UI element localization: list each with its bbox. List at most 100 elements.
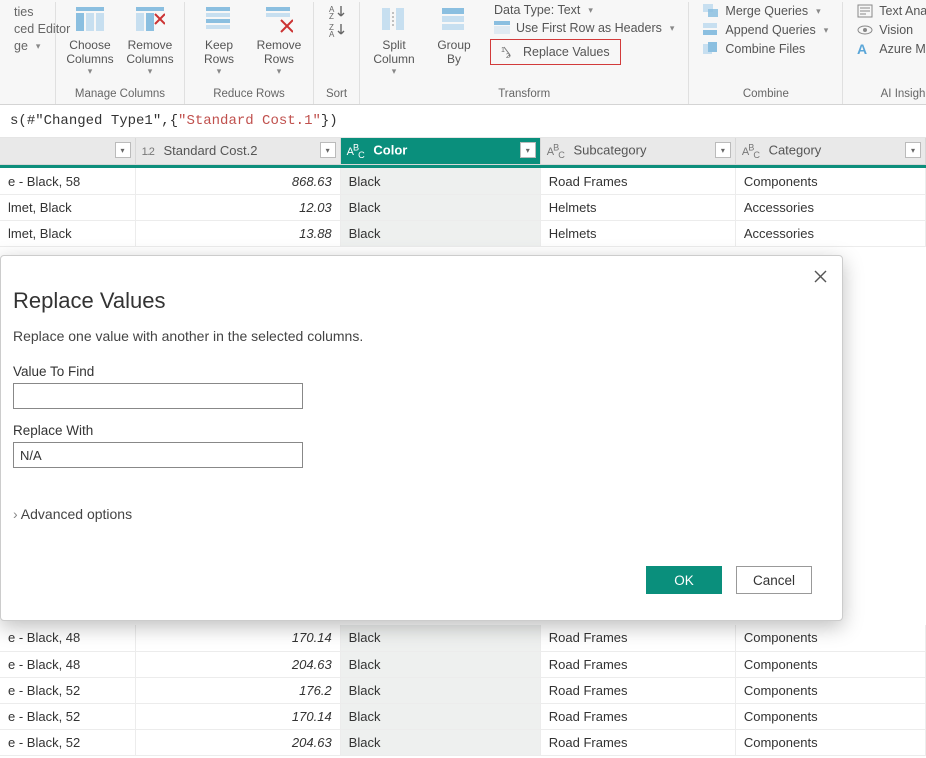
merge-queries-button[interactable]: Merge Queries▾ xyxy=(699,2,824,20)
data-table-bottom: e - Black, 48170.14BlackRoad FramesCompo… xyxy=(0,625,926,756)
cell[interactable]: Road Frames xyxy=(540,677,735,703)
cell[interactable]: Black xyxy=(340,651,540,677)
data-type-button[interactable]: Data Type: Text▾ xyxy=(490,2,597,18)
cell[interactable]: Accessories xyxy=(735,194,925,220)
cell[interactable]: Road Frames xyxy=(540,168,735,194)
cell[interactable]: 204.63 xyxy=(135,651,340,677)
replace-values-dialog: Replace Values Replace one value with an… xyxy=(0,255,843,621)
cell[interactable]: e - Black, 52 xyxy=(0,677,135,703)
filter-dropdown-icon[interactable]: ▾ xyxy=(115,142,131,158)
cell[interactable]: lmet, Black xyxy=(0,194,135,220)
text-analytics-icon xyxy=(857,3,873,19)
cell[interactable]: Black xyxy=(340,625,540,651)
cell[interactable]: Black xyxy=(340,703,540,729)
filter-dropdown-icon[interactable]: ▾ xyxy=(715,142,731,158)
group-label-sort: Sort xyxy=(326,86,347,104)
group-sort: AZ ZA Sort xyxy=(314,2,360,104)
cell[interactable]: 176.2 xyxy=(135,677,340,703)
append-queries-button[interactable]: Append Queries▾ xyxy=(699,21,832,39)
cell[interactable]: Black xyxy=(340,194,540,220)
group-label-ai-insights: AI Insigh xyxy=(881,86,926,104)
combine-files-button[interactable]: Combine Files xyxy=(699,40,809,58)
table-row[interactable]: lmet, Black12.03BlackHelmetsAccessories xyxy=(0,194,926,220)
column-header-color[interactable]: ABC Color ▾ xyxy=(340,138,540,164)
cell[interactable]: lmet, Black xyxy=(0,220,135,246)
table-row[interactable]: e - Black, 52176.2BlackRoad FramesCompon… xyxy=(0,677,926,703)
cell[interactable]: e - Black, 48 xyxy=(0,625,135,651)
cell[interactable]: Accessories xyxy=(735,220,925,246)
filter-dropdown-icon[interactable]: ▾ xyxy=(520,142,536,158)
ribbon-cropped-ge[interactable]: ge▾ xyxy=(10,38,44,54)
filter-dropdown-icon[interactable]: ▾ xyxy=(320,142,336,158)
cell[interactable]: 204.63 xyxy=(135,729,340,755)
table-remove-columns-icon xyxy=(134,4,166,36)
formula-bar[interactable]: s(#"Changed Type1",{"Standard Cost.1"}) xyxy=(0,105,926,138)
column-header-standard-cost-2[interactable]: 1.2 Standard Cost.2 ▾ xyxy=(135,138,340,164)
column-header-0[interactable]: ▾ xyxy=(0,138,135,164)
group-reduce-rows: Keep Rows ▾ Remove Rows ▾ Reduce Rows xyxy=(185,2,314,104)
cell[interactable]: 170.14 xyxy=(135,625,340,651)
cell[interactable]: Road Frames xyxy=(540,703,735,729)
cell[interactable]: e - Black, 58 xyxy=(0,168,135,194)
cell[interactable]: Helmets xyxy=(540,220,735,246)
azure-ml-button[interactable]: A Azure Mach xyxy=(853,40,926,58)
cancel-button[interactable]: Cancel xyxy=(736,566,812,594)
table-row[interactable]: e - Black, 52204.63BlackRoad FramesCompo… xyxy=(0,729,926,755)
cell[interactable]: Black xyxy=(340,220,540,246)
cell[interactable]: Road Frames xyxy=(540,729,735,755)
text-analytics-button[interactable]: Text Analytic xyxy=(853,2,926,20)
ok-button[interactable]: OK xyxy=(646,566,722,594)
table-row[interactable]: e - Black, 58868.63BlackRoad FramesCompo… xyxy=(0,168,926,194)
table-row[interactable]: e - Black, 48204.63BlackRoad FramesCompo… xyxy=(0,651,926,677)
sort-desc-icon[interactable]: ZA xyxy=(329,22,345,38)
cell[interactable]: Components xyxy=(735,651,925,677)
cell[interactable]: Components xyxy=(735,168,925,194)
table-row[interactable]: e - Black, 48170.14BlackRoad FramesCompo… xyxy=(0,625,926,651)
filter-dropdown-icon[interactable]: ▾ xyxy=(905,142,921,158)
cell[interactable]: e - Black, 48 xyxy=(0,651,135,677)
group-by-button[interactable]: Group By xyxy=(426,2,482,68)
replace-values-button[interactable]: 12 Replace Values xyxy=(490,39,621,65)
split-column-button[interactable]: Split Column ▾ xyxy=(366,2,422,79)
column-header-category[interactable]: ABC Category ▾ xyxy=(735,138,925,164)
cell[interactable]: Road Frames xyxy=(540,651,735,677)
dialog-subtitle: Replace one value with another in the se… xyxy=(13,328,814,344)
column-header-subcategory[interactable]: ABC Subcategory ▾ xyxy=(540,138,735,164)
cell[interactable]: Components xyxy=(735,729,925,755)
group-label-transform: Transform xyxy=(498,86,550,104)
keep-rows-icon xyxy=(203,4,235,36)
group-ai-insights: Text Analytic Vision A Azure Mach AI Ins… xyxy=(843,2,926,104)
svg-text:Z: Z xyxy=(329,12,334,20)
table-header-row: ▾ 1.2 Standard Cost.2 ▾ ABC Color ▾ ABC … xyxy=(0,138,926,164)
remove-columns-button[interactable]: Remove Columns ▾ xyxy=(122,2,178,79)
cell[interactable]: e - Black, 52 xyxy=(0,703,135,729)
sort-asc-icon[interactable]: AZ xyxy=(329,4,345,20)
cell[interactable]: 170.14 xyxy=(135,703,340,729)
first-row-headers-button[interactable]: Use First Row as Headers▾ xyxy=(490,19,678,37)
cell[interactable]: Components xyxy=(735,625,925,651)
cell[interactable]: Black xyxy=(340,168,540,194)
cell[interactable]: Road Frames xyxy=(540,625,735,651)
group-by-icon xyxy=(438,4,470,36)
cell[interactable]: 13.88 xyxy=(135,220,340,246)
vision-button[interactable]: Vision xyxy=(853,21,917,39)
cell[interactable]: Components xyxy=(735,677,925,703)
cell[interactable]: Helmets xyxy=(540,194,735,220)
remove-rows-button[interactable]: Remove Rows ▾ xyxy=(251,2,307,79)
ribbon-cropped-ties: ties xyxy=(10,4,37,20)
cell[interactable]: Components xyxy=(735,703,925,729)
cell[interactable]: e - Black, 52 xyxy=(0,729,135,755)
advanced-options-toggle[interactable]: Advanced options xyxy=(13,506,814,522)
cell[interactable]: Black xyxy=(340,729,540,755)
choose-columns-button[interactable]: Choose Columns ▾ xyxy=(62,2,118,79)
cell[interactable]: 868.63 xyxy=(135,168,340,194)
keep-rows-button[interactable]: Keep Rows ▾ xyxy=(191,2,247,79)
cell[interactable]: Black xyxy=(340,677,540,703)
replace-with-input[interactable] xyxy=(13,442,303,468)
close-icon[interactable] xyxy=(808,264,832,288)
value-to-find-input[interactable] xyxy=(13,383,303,409)
group-transform: Split Column ▾ Group By Data Type: Text▾… xyxy=(360,2,689,104)
table-row[interactable]: lmet, Black13.88BlackHelmetsAccessories xyxy=(0,220,926,246)
cell[interactable]: 12.03 xyxy=(135,194,340,220)
table-row[interactable]: e - Black, 52170.14BlackRoad FramesCompo… xyxy=(0,703,926,729)
